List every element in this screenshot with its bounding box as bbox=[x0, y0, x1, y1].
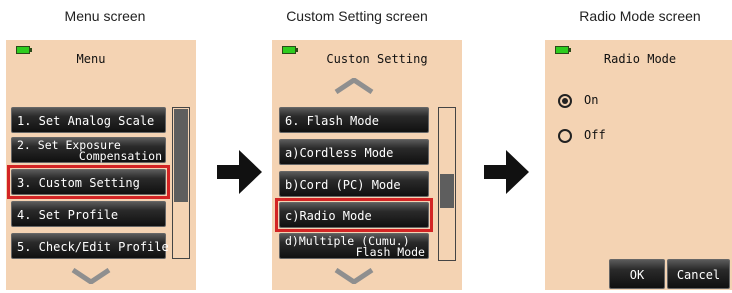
menu-item-label-line2: Compensation bbox=[78, 149, 162, 163]
menu-scrollbar-thumb[interactable] bbox=[174, 109, 188, 202]
cancel-button[interactable]: Cancel bbox=[667, 259, 730, 289]
item-flash-mode[interactable]: 6. Flash Mode bbox=[279, 107, 429, 133]
menu-screen: Menu 1. Set Analog Scale 2. Set Exposure… bbox=[6, 40, 196, 290]
custom-setting-screen: Custon Setting 6. Flash Mode a)Cordless … bbox=[272, 40, 462, 290]
radio-on[interactable] bbox=[558, 94, 572, 108]
item-multiple-flash-mode[interactable]: d)Multiple (Cumu.) Flash Mode bbox=[279, 233, 429, 259]
item-cord-pc-mode[interactable]: b)Cord (PC) Mode bbox=[279, 171, 429, 197]
right-arrow-icon bbox=[484, 150, 529, 194]
radio-off-label: Off bbox=[584, 128, 606, 142]
menu-screen-caption: Menu screen bbox=[64, 8, 146, 24]
menu-item-set-profile[interactable]: 4. Set Profile bbox=[11, 201, 166, 227]
down-chevron-icon[interactable] bbox=[334, 268, 374, 284]
menu-item-set-exposure-compensation[interactable]: 2. Set Exposure Compensation bbox=[11, 137, 166, 163]
menu-item-set-analog-scale[interactable]: 1. Set Analog Scale bbox=[11, 107, 166, 133]
radio-off[interactable] bbox=[558, 129, 572, 143]
ok-button[interactable]: OK bbox=[609, 259, 665, 289]
custom-setting-title: Custon Setting bbox=[326, 52, 428, 66]
radio-mode-screen: Radio Mode On Off OK Cancel bbox=[545, 40, 732, 290]
item-label-line2: Flash Mode bbox=[355, 245, 425, 259]
radio-mode-title: Radio Mode bbox=[603, 52, 677, 66]
selection-highlight bbox=[7, 165, 170, 199]
item-cordless-mode[interactable]: a)Cordless Mode bbox=[279, 139, 429, 165]
custom-scrollbar[interactable] bbox=[438, 107, 456, 261]
right-arrow-icon bbox=[217, 150, 262, 194]
menu-title: Menu bbox=[76, 52, 106, 66]
down-chevron-icon[interactable] bbox=[71, 268, 111, 284]
radio-screen-caption: Radio Mode screen bbox=[579, 8, 701, 24]
up-chevron-icon[interactable] bbox=[334, 78, 374, 94]
selection-highlight bbox=[275, 198, 433, 232]
menu-item-check-edit-profile[interactable]: 5. Check/Edit Profile bbox=[11, 233, 169, 259]
radio-on-label: On bbox=[584, 93, 599, 107]
menu-scrollbar[interactable] bbox=[172, 107, 190, 259]
custom-screen-caption: Custom Setting screen bbox=[286, 8, 428, 24]
custom-scrollbar-thumb[interactable] bbox=[440, 174, 454, 208]
